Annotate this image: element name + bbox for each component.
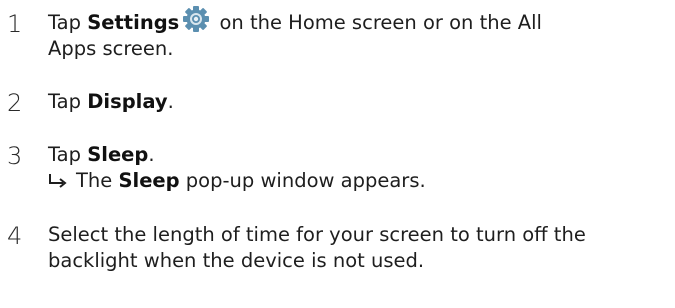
step-result: The Sleep pop-up window appears. — [48, 168, 663, 194]
text-fragment: Tap — [48, 143, 88, 166]
step-line: Tap Settings on the Home screen or on th… — [48, 6, 663, 36]
result-arrow-icon — [49, 174, 67, 188]
gear-icon — [183, 6, 210, 32]
step-text: Tap Settings on the Home screen or on th… — [48, 6, 663, 62]
step-text: Tap Sleep. The Sleep pop-up window appea… — [48, 142, 663, 194]
text-fragment: Tap — [48, 11, 88, 34]
step-number: 3 — [7, 142, 23, 170]
text-fragment: . — [148, 143, 155, 166]
ui-term-sleep: Sleep — [87, 143, 149, 166]
step-number: 2 — [7, 89, 23, 117]
step-line: Apps screen. — [48, 37, 174, 60]
step-line: Tap Sleep. — [48, 142, 663, 168]
ui-term-display: Display — [87, 90, 168, 113]
text-fragment: The — [76, 169, 119, 192]
step-number: 1 — [7, 10, 23, 38]
step-text: Tap Display. — [48, 89, 663, 115]
step-line: Tap Display. — [48, 89, 663, 115]
ui-term-sleep: Sleep — [118, 169, 180, 192]
text-fragment: Tap — [48, 90, 88, 113]
step-text: Select the length of time for your scree… — [48, 222, 663, 274]
step-number: 4 — [7, 222, 23, 250]
step-line: backlight when the device is not used. — [48, 249, 425, 272]
step-line: Select the length of time for your scree… — [48, 223, 586, 246]
text-fragment: on the Home screen or on the All — [213, 11, 542, 34]
text-fragment: pop-up window appears. — [179, 169, 426, 192]
ui-term-settings: Settings — [87, 11, 180, 34]
text-fragment: . — [167, 90, 174, 113]
